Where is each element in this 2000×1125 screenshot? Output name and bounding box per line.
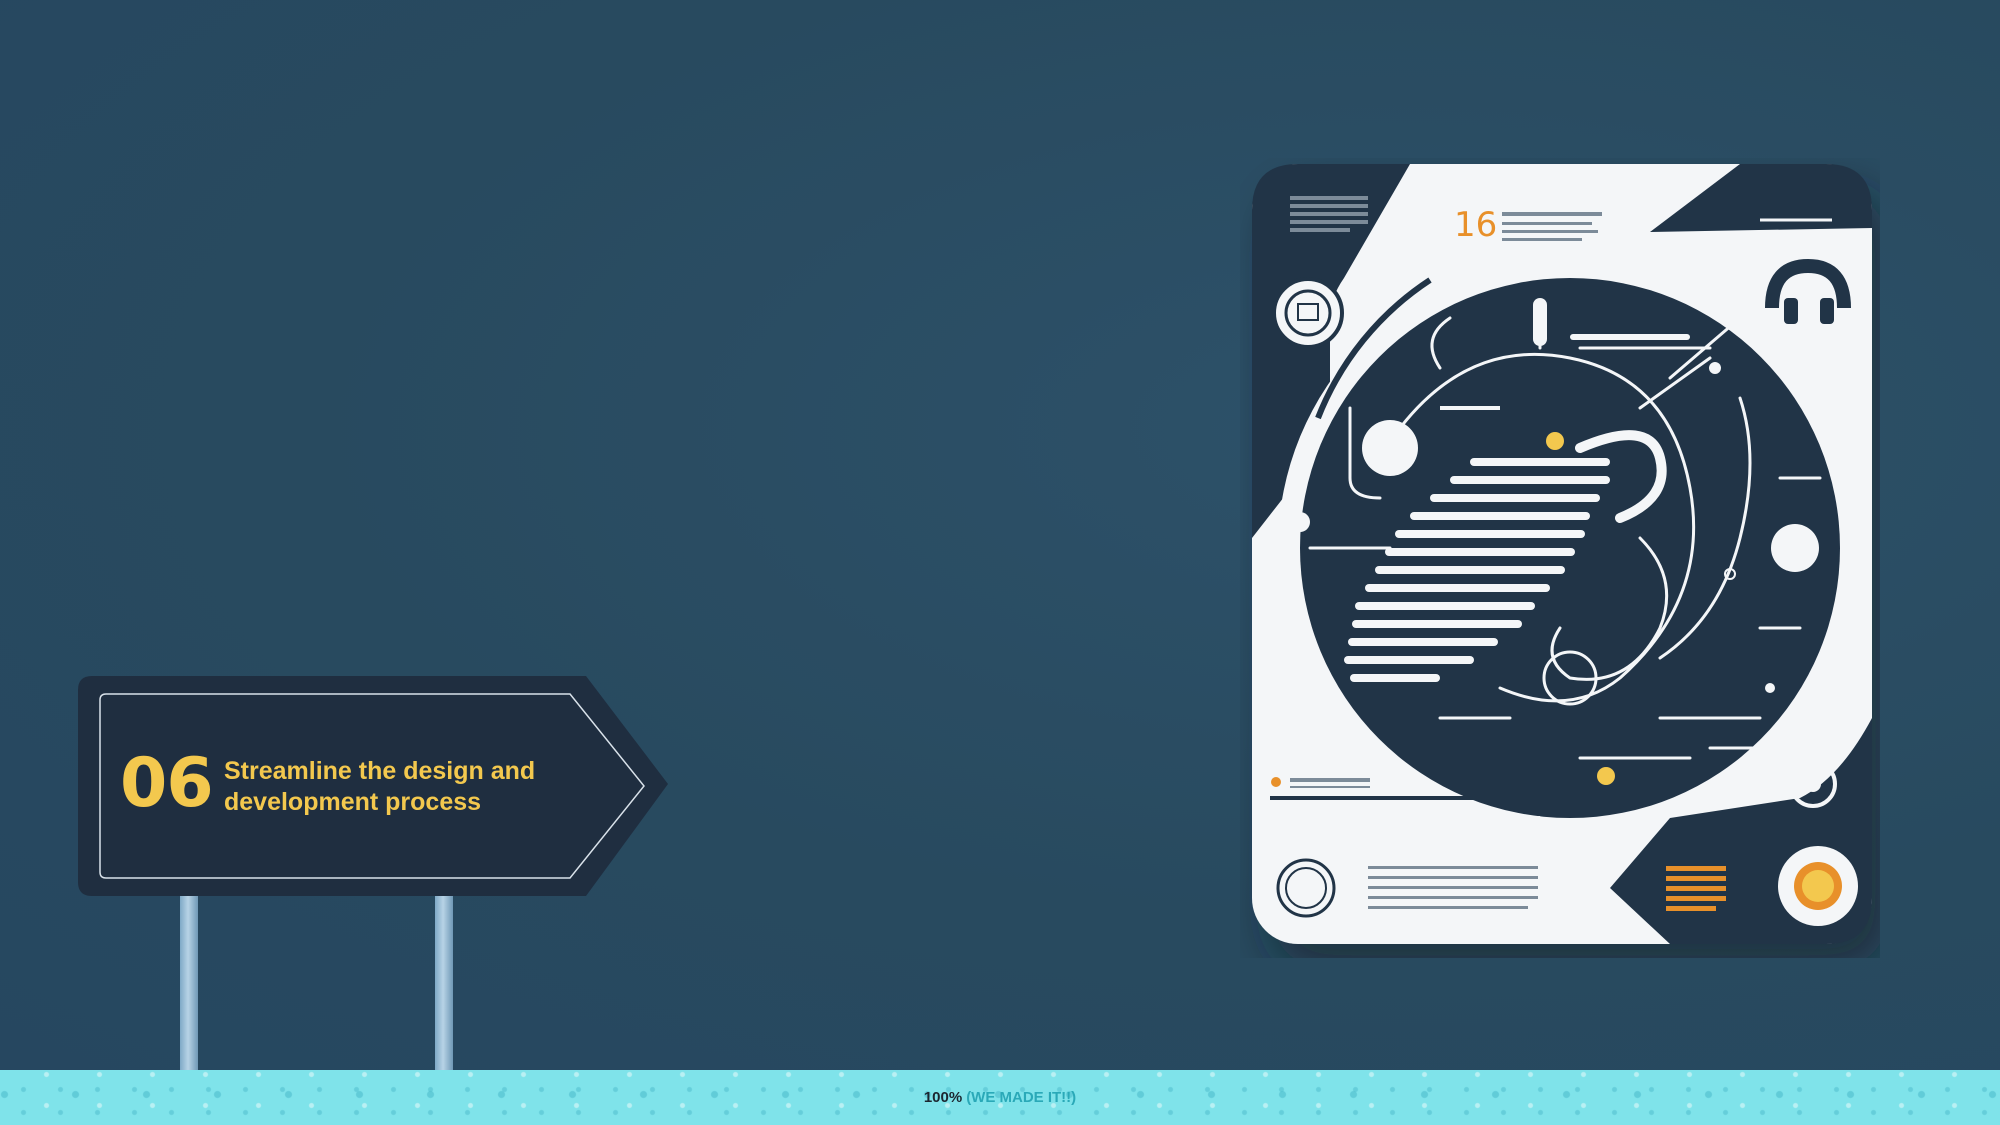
progress-percent: 100%	[923, 1089, 963, 1106]
progress-label: 100% (WE MADE IT!!)	[0, 1070, 2000, 1125]
progress-note: (WE MADE IT!!)	[966, 1089, 1077, 1106]
card-number-badge: 16	[1454, 205, 1497, 245]
sign-post-left	[180, 894, 198, 1070]
sign-text: Streamline the design and development pr…	[224, 757, 536, 816]
sign-post-right	[435, 894, 453, 1070]
signpost: 06 Streamline the design and development…	[78, 676, 678, 1070]
sign-number: 06	[120, 744, 214, 823]
progress-bar: 100% (WE MADE IT!!)	[0, 1070, 2000, 1125]
tech-card-illustration: 16	[1240, 158, 1880, 958]
